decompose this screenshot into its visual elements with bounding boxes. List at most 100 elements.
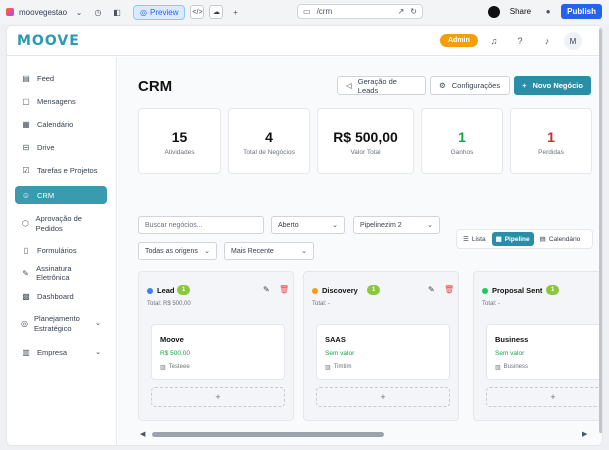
sidebar-item-label: CRM <box>37 190 55 200</box>
sidebar-item-feed[interactable]: ▤ Feed <box>15 71 107 85</box>
sidebar-item-planejamento[interactable]: ◎ Planejamento Estratégico ⌄ <box>15 312 107 336</box>
sidebar-item-calendario[interactable]: ▦ Calendário <box>15 117 107 131</box>
list-icon: ☰ <box>463 236 469 243</box>
scrollbar-thumb[interactable] <box>599 28 602 433</box>
deal-owner: ▥ Testeee <box>160 364 190 371</box>
sidebar-item-label: Empresa <box>37 347 68 357</box>
sidebar-item-label: Aprovação de Pedidos <box>35 214 82 233</box>
app-window: MOOVE Admin ♫ ? ♪ M ▤ Feed ▢ Mensagens ▦… <box>6 25 603 446</box>
theme-toggle-icon[interactable] <box>487 5 500 18</box>
add-deal-button[interactable]: + <box>316 387 450 407</box>
sidebar-item-dashboard[interactable]: ▩ Dashboard <box>15 289 107 303</box>
sidebar-item-drive[interactable]: ⊟ Drive <box>15 140 107 154</box>
count-badge: 1 <box>177 285 191 295</box>
edit-icon[interactable]: ✎ <box>428 285 435 294</box>
megaphone-icon: ◁ <box>346 81 352 90</box>
column-title: Proposal Sent <box>492 286 543 295</box>
trash-icon[interactable]: 🗑 <box>279 285 289 294</box>
view-label: Lista <box>471 235 486 243</box>
column-title: Lead <box>157 286 175 295</box>
sidebar-item-label: Formulários <box>37 245 77 255</box>
history-icon[interactable]: ◷ <box>91 5 105 19</box>
sidebar-item-assinatura[interactable]: ✎ Assinatura Eletrônica <box>15 264 107 282</box>
sidebar-item-crm[interactable]: ☺ CRM <box>15 186 107 204</box>
pipeline-select[interactable]: Pipelinezim 2 ⌄ <box>353 216 440 234</box>
stage-color-dot <box>482 288 488 294</box>
plus-icon: + <box>522 81 527 90</box>
origin-select[interactable]: Todas as origens ⌄ <box>138 242 217 260</box>
chevron-down-icon: ⌄ <box>204 248 210 255</box>
admin-badge[interactable]: Admin <box>440 34 478 47</box>
chevron-down-icon[interactable]: ⌄ <box>72 5 86 19</box>
github-icon[interactable]: ● <box>541 5 555 19</box>
view-list-button[interactable]: ☰ Lista <box>459 232 490 246</box>
refresh-icon[interactable]: ↻ <box>410 7 417 16</box>
building-icon: ▥ <box>325 365 331 371</box>
stat-label: Atividades <box>164 149 195 156</box>
stat-label: Ganhos <box>450 149 474 156</box>
form-icon: ▯ <box>23 245 29 255</box>
add-deal-button[interactable]: + <box>151 387 285 407</box>
settings-button[interactable]: ⚙ Configurações <box>430 76 510 95</box>
scroll-left-icon[interactable]: ◀ <box>140 430 145 438</box>
deal-owner: ▥ Timtim <box>325 364 351 371</box>
search-input[interactable]: Buscar negócios... <box>138 216 264 234</box>
sidebar-item-mensagens[interactable]: ▢ Mensagens <box>15 94 107 108</box>
lead-generation-button[interactable]: ◁ Geração de Leads <box>337 76 426 95</box>
sidebar-item-label: Drive <box>37 142 55 152</box>
stat-label: Total de Negócios <box>243 149 295 156</box>
scroll-right-icon[interactable]: ▶ <box>582 430 587 438</box>
deal-card[interactable]: Business Sem valor ▥ Business <box>486 324 602 380</box>
page-title: CRM <box>138 78 173 95</box>
new-deal-button[interactable]: + Novo Negócio <box>514 76 591 95</box>
project-logo-icon <box>6 8 14 16</box>
sidebar-item-formularios[interactable]: ▯ Formulários <box>15 243 107 257</box>
select-value: Aberto <box>278 221 299 229</box>
deal-value: R$ 500,00 <box>160 350 190 357</box>
count-badge: 1 <box>367 285 381 295</box>
trash-icon[interactable]: 🗑 <box>444 285 454 294</box>
cloud-icon[interactable]: ☁ <box>209 5 224 19</box>
deal-title: Moove <box>160 335 184 344</box>
monitor-icon: ▭ <box>303 7 311 16</box>
sidebar-item-label: Mensagens <box>37 96 76 106</box>
pipeline-board: Lead 1 ✎ 🗑 Total: R$ 500,00 Moove R$ 500… <box>138 271 602 421</box>
editor-topbar: moovegestao ⌄ ◷ ◧ ◎ Preview </> ☁ + ▭ /c… <box>0 0 609 24</box>
stat-value: 4 <box>265 129 273 145</box>
sidebar-item-label: Feed <box>37 73 55 83</box>
project-name[interactable]: moovegestao <box>19 8 67 17</box>
view-calendar-button[interactable]: ▤ Calendário <box>536 232 585 246</box>
share-button[interactable]: Share <box>506 5 535 18</box>
headset-icon[interactable]: ♫ <box>488 35 500 47</box>
sort-select[interactable]: Mais Recente ⌄ <box>224 242 314 260</box>
deal-card[interactable]: SAAS Sem valor ▥ Timtim <box>316 324 450 380</box>
horizontal-scrollbar[interactable]: ◀ ▶ <box>138 429 590 439</box>
stat-card-total-negocios: 4 Total de Negócios <box>228 108 310 174</box>
vertical-scrollbar[interactable] <box>598 26 602 445</box>
view-pipeline-button[interactable]: ▦ Pipeline <box>491 232 534 246</box>
bell-icon[interactable]: ♪ <box>541 35 553 47</box>
code-icon[interactable]: </> <box>190 5 205 19</box>
avatar[interactable]: M <box>564 32 582 50</box>
sidebar-item-empresa[interactable]: ▥ Empresa ⌄ <box>15 345 107 359</box>
preview-button[interactable]: ◎ Preview <box>133 4 186 20</box>
sidebar-item-tarefas[interactable]: ☑ Tarefas e Projetos <box>15 163 107 177</box>
url-bar[interactable]: ▭ /crm ↗ ↻ <box>297 4 423 19</box>
sidebar-toggle-icon[interactable]: ◧ <box>110 5 124 19</box>
sidebar-item-label: Assinatura Eletrônica <box>36 264 72 282</box>
moove-logo[interactable]: MOOVE <box>17 33 80 49</box>
add-deal-button[interactable]: + <box>486 387 602 407</box>
scrollbar-thumb[interactable] <box>152 432 384 437</box>
edit-icon[interactable]: ✎ <box>263 285 270 294</box>
stage-color-dot <box>312 288 318 294</box>
deal-card[interactable]: Moove R$ 500,00 ▥ Testeee <box>151 324 285 380</box>
dashboard-icon: ▩ <box>22 291 30 301</box>
plus-icon[interactable]: + <box>228 5 242 19</box>
sidebar-item-label: Dashboard <box>37 291 74 301</box>
publish-button[interactable]: Publish <box>561 4 602 19</box>
external-link-icon[interactable]: ↗ <box>398 7 405 16</box>
stat-card-ganhos: 1 Ganhos <box>421 108 503 174</box>
help-icon[interactable]: ? <box>514 35 526 47</box>
sidebar-item-aprovacao[interactable]: ⬡ Aprovação de Pedidos <box>15 212 107 236</box>
status-select[interactable]: Aberto ⌄ <box>271 216 345 234</box>
